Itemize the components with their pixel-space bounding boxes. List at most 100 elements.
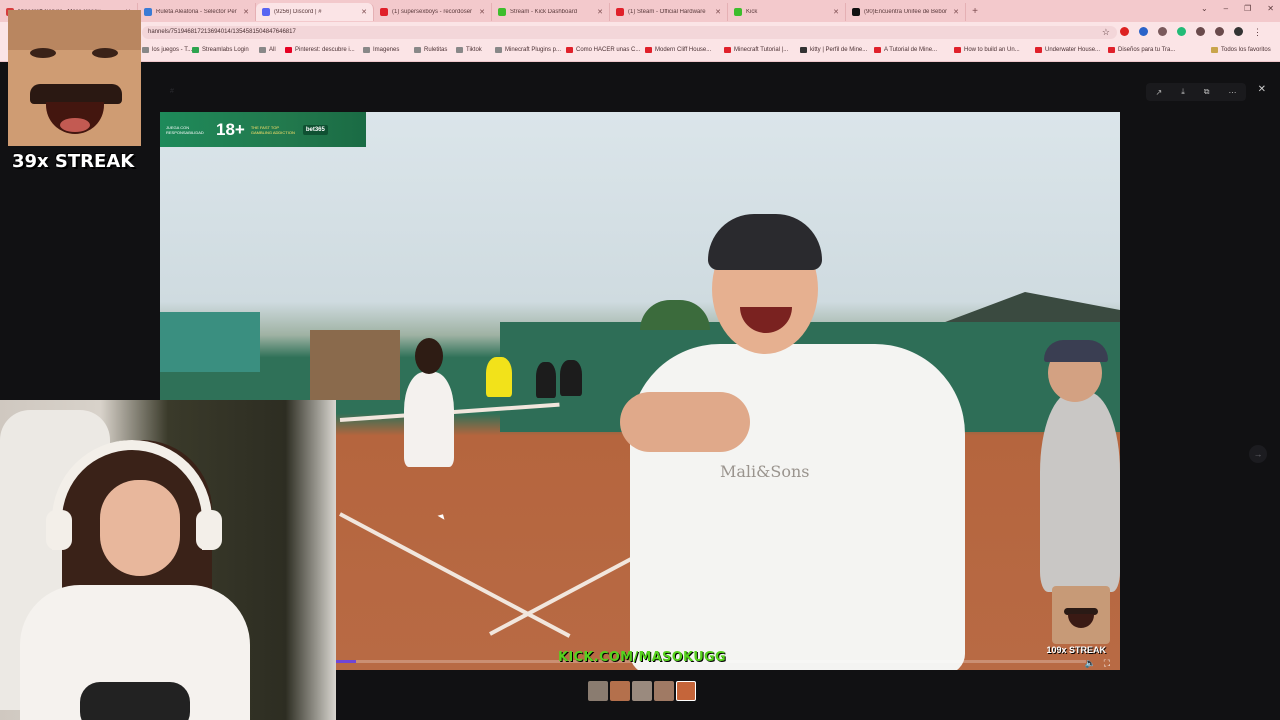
bookmark-icon — [456, 47, 463, 53]
puzzle-icon[interactable] — [1196, 27, 1205, 36]
profile-avatar[interactable] — [1234, 27, 1243, 36]
tampermonkey-icon[interactable] — [1177, 27, 1186, 36]
bookmark-item[interactable]: Tiktok — [456, 47, 482, 53]
bookmark-item[interactable]: How to build an Un... — [954, 47, 1020, 53]
bookmark-item[interactable]: A Tutorial de Mine... — [874, 47, 937, 53]
headphone-left — [46, 510, 72, 550]
close-window-button[interactable]: ✕ — [1267, 4, 1274, 13]
more-options-icon[interactable]: ⋮ — [1253, 27, 1262, 38]
promo-age: 18+ — [216, 119, 245, 139]
open-external-icon[interactable]: ⧉ — [1204, 87, 1210, 97]
bookmark-icon — [645, 47, 652, 53]
browser-tab[interactable]: (1) supersexboys - recordoser ✕ — [374, 3, 492, 21]
fullscreen-icon[interactable]: ⛶ — [1104, 658, 1110, 669]
browser-tab[interactable]: (90)Encuentra Unifee de Bebor ✕ — [846, 3, 966, 21]
headphone-right — [196, 510, 222, 550]
emote-mouth — [1068, 614, 1094, 628]
tab-close-icon[interactable]: ✕ — [597, 8, 603, 16]
video-controls: 🔈 ⛶ — [1084, 658, 1110, 669]
bookmark-item[interactable]: Pinterest: descubre i... — [285, 47, 355, 53]
mini-streak-emote — [1052, 586, 1110, 644]
tab-search-icon[interactable]: ⌄ — [1201, 4, 1208, 13]
download-icon[interactable]: ⤓ — [1181, 87, 1185, 97]
player-yellow — [486, 357, 512, 397]
trees — [640, 300, 710, 330]
bookmark-star-icon[interactable]: ☆ — [1102, 27, 1110, 38]
bookmark-item[interactable]: Diseños para tu Tra... — [1108, 47, 1175, 53]
more-icon[interactable]: ⋯ — [1228, 88, 1236, 97]
extension-icon[interactable] — [1158, 27, 1167, 36]
toolbar-icons: ☆ ⋮ — [1102, 27, 1262, 38]
player-black — [536, 362, 556, 398]
cap — [708, 214, 822, 270]
thumbnail[interactable] — [654, 681, 674, 701]
tab-favicon — [262, 8, 270, 16]
bookmark-item[interactable]: Minecraft Plugins p... — [495, 47, 561, 53]
bookmark-item[interactable]: Modern Cliff House... — [645, 47, 711, 53]
tab-close-icon[interactable]: ✕ — [361, 8, 367, 16]
microphone — [80, 682, 190, 720]
bookmark-item[interactable]: Ruletitas — [414, 47, 447, 53]
bookmark-icon — [724, 47, 731, 53]
tab-favicon — [616, 8, 624, 16]
emote-eye-right — [92, 48, 118, 58]
bookmark-item[interactable]: Como HACER unas C... — [566, 47, 640, 53]
bookmark-label: Diseños para tu Tra... — [1118, 47, 1176, 53]
browser-tab[interactable]: (1) Steam - Official Hardware ✕ — [610, 3, 728, 21]
tab-favicon — [852, 8, 860, 16]
url-field[interactable]: hannels/751946817213694014/1354581504847… — [142, 26, 1117, 39]
volume-icon[interactable]: 🔈 — [1084, 658, 1095, 669]
mini-streak-label: 109x STREAK — [1046, 645, 1106, 655]
bookmark-item[interactable]: kitty | Perfil de Mine... — [800, 47, 867, 53]
shield-icon[interactable] — [1139, 27, 1148, 36]
maximize-button[interactable]: ❐ — [1244, 4, 1251, 13]
shirt-logo: Mali&Sons — [720, 462, 810, 481]
bookmark-item[interactable]: los juegos - T... — [142, 47, 192, 53]
new-tab-button[interactable]: + — [966, 6, 984, 17]
minimize-button[interactable]: – — [1224, 4, 1228, 13]
promo-left-text: JUEGA CON RESPONSABILIDAD — [166, 124, 204, 135]
bookmark-label: Tiktok — [466, 47, 482, 53]
next-image-button[interactable]: → — [1249, 445, 1267, 463]
all-favorites-label: Todos los favoritos — [1221, 47, 1271, 53]
close-viewer-button[interactable]: ✕ — [1258, 84, 1266, 95]
tab-close-icon[interactable]: ✕ — [243, 8, 249, 16]
tab-close-icon[interactable]: ✕ — [715, 8, 721, 16]
wood-shed — [310, 330, 400, 400]
woman-right — [1040, 392, 1120, 592]
bookmark-label: Streamlabs Login — [202, 47, 249, 53]
bookmark-item[interactable]: Streamlabs Login — [192, 47, 249, 53]
tab-strip: Minecraft Server - Moss Resou✕Ruleta Ale… — [0, 0, 1280, 22]
tab-favicon — [734, 8, 742, 16]
bookmark-icon — [192, 47, 199, 53]
bookmark-item[interactable]: Underwater House... — [1035, 47, 1100, 53]
emote-eye-left — [30, 48, 56, 58]
tab-label: Stream - Kick Dashboard — [510, 9, 578, 15]
tab-close-icon[interactable]: ✕ — [953, 8, 959, 16]
menu-icon[interactable] — [1215, 27, 1224, 36]
bookmark-icon — [414, 47, 421, 53]
bookmark-label: Minecraft Tutorial |... — [734, 47, 789, 53]
bookmark-item[interactable]: All — [259, 47, 276, 53]
browser-tab[interactable]: (9256) Discord | # ✕ — [256, 3, 374, 21]
tab-close-icon[interactable]: ✕ — [833, 8, 839, 16]
bookmark-icon — [363, 47, 370, 53]
browser-tab[interactable]: Kick ✕ — [728, 3, 846, 21]
bookmark-item[interactable]: Minecraft Tutorial |... — [724, 47, 788, 53]
thumbnail-active[interactable] — [676, 681, 696, 701]
emote-mustache — [30, 84, 122, 104]
all-favorites[interactable]: Todos los favoritos — [1211, 47, 1271, 53]
opera-icon[interactable] — [1120, 27, 1129, 36]
thumbnail[interactable] — [632, 681, 652, 701]
bookmark-icon — [566, 47, 573, 53]
browser-tab[interactable]: Stream - Kick Dashboard ✕ — [492, 3, 610, 21]
share-icon[interactable]: ↗ — [1156, 88, 1163, 97]
bet365-banner[interactable]: JUEGA CON RESPONSABILIDAD 18+ THE FAST T… — [160, 112, 366, 147]
thumbnail[interactable] — [588, 681, 608, 701]
thumbnail[interactable] — [610, 681, 630, 701]
bookmark-icon — [259, 47, 266, 53]
bookmark-item[interactable]: Imagenes — [363, 47, 399, 53]
tab-close-icon[interactable]: ✕ — [479, 8, 485, 16]
screen: Minecraft Server - Moss Resou✕Ruleta Ale… — [0, 0, 1280, 720]
browser-tab[interactable]: Ruleta Aleatoria - Selector Per ✕ — [138, 3, 256, 21]
